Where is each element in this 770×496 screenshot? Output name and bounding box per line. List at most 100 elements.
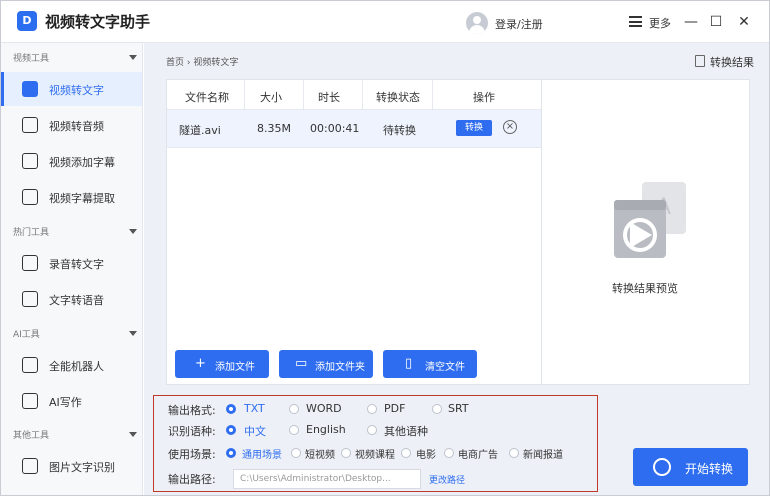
file-duration-cell: 00:00:41 xyxy=(310,122,360,135)
hamburger-menu-icon[interactable] xyxy=(629,16,642,27)
radio-srt-label[interactable]: SRT xyxy=(448,402,469,415)
radio-general-scene[interactable] xyxy=(226,448,236,458)
sidebar-item-label: 图片文字识别 xyxy=(49,461,115,474)
video-to-text-icon xyxy=(22,81,38,97)
convert-row-button[interactable]: 转换 xyxy=(456,120,492,136)
radio-chinese[interactable] xyxy=(226,425,236,435)
radio-other-language-label[interactable]: 其他语种 xyxy=(384,423,428,439)
preview-label: 转换结果预览 xyxy=(612,282,678,295)
change-path-link[interactable]: 更改路径 xyxy=(429,473,465,486)
clear-files-label: 清空文件 xyxy=(425,362,465,373)
conversion-results-link[interactable]: 转换结果 xyxy=(710,54,754,70)
file-size-cell: 8.35M xyxy=(257,122,291,135)
breadcrumb[interactable]: 首页 › 视频转文字 xyxy=(166,55,238,68)
main-content: 首页 › 视频转文字 转换结果 文件名称 大小 时长 转换状态 操作 隧道.av… xyxy=(144,43,769,495)
image-ocr-icon xyxy=(22,458,38,474)
app-logo-icon: D xyxy=(17,11,37,31)
sidebar-item-recording-to-text[interactable]: 录音转文字 xyxy=(1,246,142,280)
conversion-options: 输出格式: TXT WORD PDF SRT 识别语种: 中文 English … xyxy=(153,395,598,492)
sidebar-group-hot-tools[interactable]: 热门工具 xyxy=(1,221,143,243)
preview-placeholder-icon: A xyxy=(614,182,686,258)
file-name-cell: 隧道.avi xyxy=(179,124,221,137)
sidebar-item-video-to-text[interactable]: 视频转文字 xyxy=(1,72,142,106)
robot-icon xyxy=(22,357,38,373)
document-icon xyxy=(695,55,705,67)
group-label: AI工具 xyxy=(13,330,40,340)
clear-files-button[interactable]: ▯ 清空文件 xyxy=(383,350,477,378)
radio-srt[interactable] xyxy=(432,404,442,414)
folder-icon: ▭ xyxy=(295,356,308,371)
output-path-field[interactable]: C:\Users\Administrator\Desktop... xyxy=(233,469,421,489)
radio-pdf[interactable] xyxy=(367,404,377,414)
file-table: 文件名称 大小 时长 转换状态 操作 隧道.avi 8.35M 00:00:41… xyxy=(166,79,542,385)
login-register-link[interactable]: 登录/注册 xyxy=(495,16,543,32)
sidebar-item-label: 视频字幕提取 xyxy=(49,192,115,205)
file-status-cell: 待转换 xyxy=(383,124,416,137)
start-convert-label: 开始转换 xyxy=(685,462,734,476)
remove-circle-icon[interactable]: × xyxy=(503,120,517,134)
result-preview-panel: A 转换结果预览 xyxy=(542,79,750,385)
caret-down-icon[interactable] xyxy=(129,331,137,336)
sidebar-item-image-ocr[interactable]: 图片文字识别 xyxy=(1,449,142,483)
sidebar-item-text-to-speech[interactable]: 文字转语音 xyxy=(1,282,142,316)
column-header-status: 转换状态 xyxy=(376,91,420,104)
radio-chinese-label[interactable]: 中文 xyxy=(244,423,266,439)
add-folder-button[interactable]: ▭ 添加文件夹 xyxy=(279,350,373,378)
radio-short-video[interactable] xyxy=(291,448,301,458)
sidebar-item-label: 视频添加字幕 xyxy=(49,156,115,169)
radio-general-scene-label[interactable]: 通用场景 xyxy=(242,446,282,461)
recording-icon xyxy=(22,255,38,271)
radio-ecommerce-ad-label[interactable]: 电商广告 xyxy=(458,446,498,461)
maximize-icon[interactable]: ☐ xyxy=(704,10,728,34)
radio-english-label[interactable]: English xyxy=(306,423,346,436)
radio-video-course[interactable] xyxy=(341,448,351,458)
radio-ecommerce-ad[interactable] xyxy=(444,448,454,458)
caret-down-icon[interactable] xyxy=(129,55,137,60)
group-label: 热门工具 xyxy=(13,228,50,238)
column-header-size: 大小 xyxy=(260,91,282,104)
add-file-label: 添加文件 xyxy=(215,362,255,373)
sidebar-item-video-to-audio[interactable]: 视频转音频 xyxy=(1,108,142,142)
subtitle-extract-icon xyxy=(22,189,38,205)
user-avatar-icon[interactable] xyxy=(466,12,488,34)
radio-movie-label[interactable]: 电影 xyxy=(416,446,436,461)
radio-news[interactable] xyxy=(509,448,519,458)
sidebar-group-video-tools[interactable]: 视频工具 xyxy=(1,47,143,69)
table-row[interactable]: 隧道.avi 8.35M 00:00:41 待转换 转换 × xyxy=(167,110,541,148)
minimize-icon[interactable]: — xyxy=(679,10,703,34)
sidebar-item-label: AI写作 xyxy=(49,396,82,409)
sidebar-group-ai-tools[interactable]: AI工具 xyxy=(1,323,143,345)
sidebar-item-subtitle-extract[interactable]: 视频字幕提取 xyxy=(1,180,142,214)
close-icon[interactable]: ✕ xyxy=(732,10,756,34)
sidebar-item-add-subtitle[interactable]: 视频添加字幕 xyxy=(1,144,142,178)
add-subtitle-icon xyxy=(22,153,38,169)
radio-word[interactable] xyxy=(289,404,299,414)
radio-txt[interactable] xyxy=(226,404,236,414)
sidebar-item-ai-writing[interactable]: AI写作 xyxy=(1,384,142,418)
radio-pdf-label[interactable]: PDF xyxy=(384,402,405,415)
sidebar-item-robot[interactable]: 全能机器人 xyxy=(1,348,142,382)
output-path-label: 输出路径: xyxy=(168,473,216,486)
start-convert-button[interactable]: 开始转换 xyxy=(633,448,748,486)
app-title: 视频转文字助手 xyxy=(45,13,151,31)
sidebar-group-other-tools[interactable]: 其他工具 xyxy=(1,424,143,446)
group-label: 其他工具 xyxy=(13,431,50,441)
sidebar-item-label: 视频转文字 xyxy=(49,84,104,97)
caret-down-icon[interactable] xyxy=(129,432,137,437)
radio-movie[interactable] xyxy=(401,448,411,458)
radio-short-video-label[interactable]: 短视频 xyxy=(305,446,335,461)
sidebar-item-label: 录音转文字 xyxy=(49,258,104,271)
caret-down-icon[interactable] xyxy=(129,229,137,234)
more-menu-button[interactable]: 更多 xyxy=(649,15,671,31)
radio-news-label[interactable]: 新闻报道 xyxy=(523,446,563,461)
radio-txt-label[interactable]: TXT xyxy=(244,402,265,415)
radio-english[interactable] xyxy=(289,425,299,435)
table-header: 文件名称 大小 时长 转换状态 操作 xyxy=(167,80,541,110)
column-header-duration: 时长 xyxy=(318,91,340,104)
radio-word-label[interactable]: WORD xyxy=(306,402,342,415)
radio-video-course-label[interactable]: 视频课程 xyxy=(355,446,395,461)
add-file-button[interactable]: + 添加文件 xyxy=(175,350,269,378)
scene-label: 使用场景: xyxy=(168,448,216,461)
sidebar-item-label: 全能机器人 xyxy=(49,360,104,373)
radio-other-language[interactable] xyxy=(367,425,377,435)
